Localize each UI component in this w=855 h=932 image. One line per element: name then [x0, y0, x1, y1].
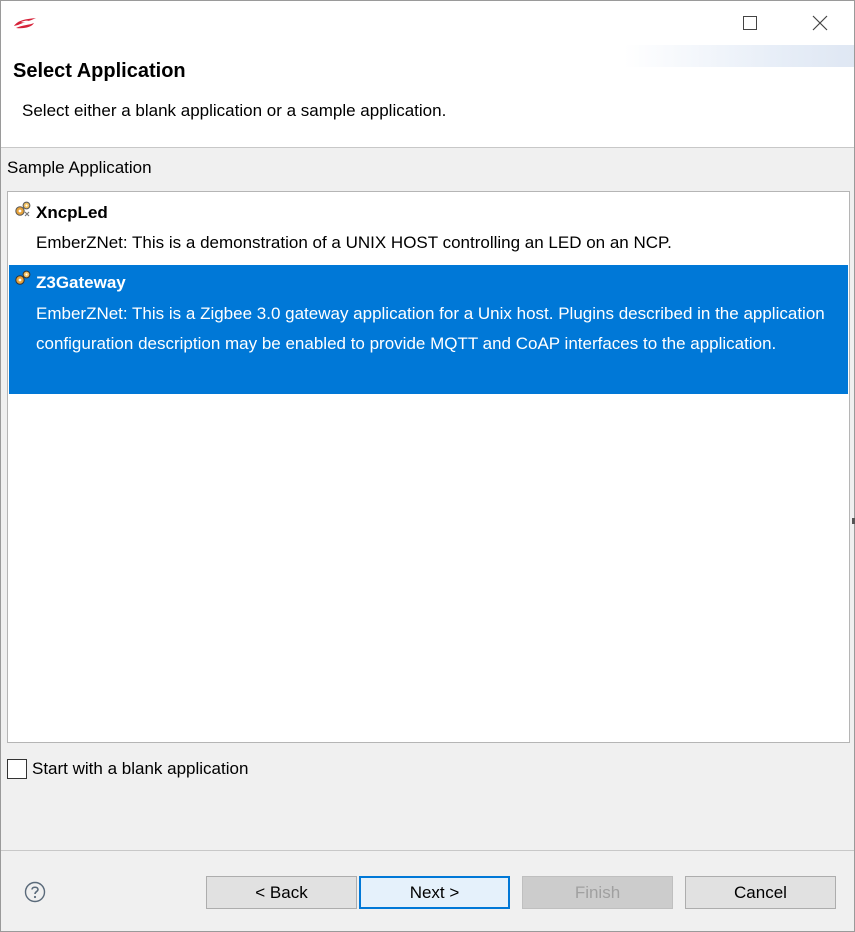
blank-application-label: Start with a blank application	[32, 759, 249, 778]
maximize-button[interactable]	[727, 1, 773, 45]
application-name: Z3Gateway	[36, 273, 126, 292]
list-item-z3gateway[interactable]: Z3Gateway EmberZNet: This is a Zigbee 3.…	[9, 265, 848, 394]
gears-icon	[15, 270, 31, 285]
wizard-window: Select Application Select either a blank…	[0, 0, 855, 932]
application-name: XncpLed	[36, 203, 108, 222]
application-description: EmberZNet: This is a demonstration of a …	[36, 233, 672, 252]
gears-icon	[15, 201, 31, 217]
next-button[interactable]: Next >	[359, 876, 510, 909]
section-label: Sample Application	[7, 158, 152, 177]
maximize-icon	[743, 16, 757, 30]
blank-application-option[interactable]: Start with a blank application	[7, 758, 248, 780]
back-button[interactable]: < Back	[206, 876, 357, 909]
cancel-button[interactable]: Cancel	[685, 876, 836, 909]
blank-application-checkbox[interactable]	[7, 759, 27, 779]
close-button[interactable]	[797, 1, 843, 45]
wizard-header: Select Application Select either a blank…	[1, 45, 854, 148]
footer-divider	[1, 850, 854, 851]
app-logo-icon	[14, 18, 36, 29]
application-list[interactable]: XncpLed EmberZNet: This is a demonstrati…	[7, 191, 850, 743]
header-decoration	[624, 45, 854, 67]
page-title: Select Application	[13, 60, 186, 82]
title-bar	[1, 1, 854, 45]
finish-button[interactable]: Finish	[522, 876, 673, 909]
help-icon[interactable]	[24, 881, 46, 903]
application-description: EmberZNet: This is a Zigbee 3.0 gateway …	[36, 304, 825, 353]
page-description: Select either a blank application or a s…	[22, 101, 447, 120]
close-icon	[812, 15, 828, 31]
list-item-xncpled[interactable]: XncpLed EmberZNet: This is a demonstrati…	[9, 193, 848, 263]
